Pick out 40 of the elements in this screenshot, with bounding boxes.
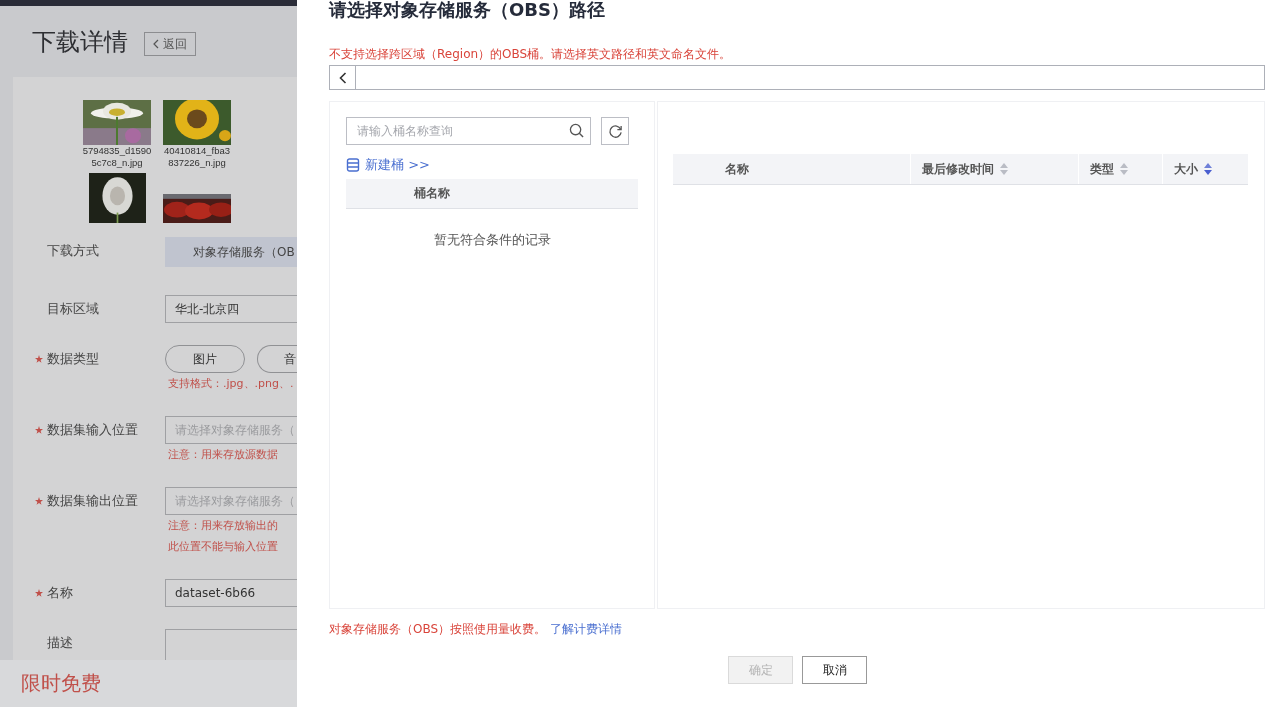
search-icon	[569, 123, 584, 138]
billing-link[interactable]: 了解计费详情	[549, 622, 622, 636]
refresh-icon	[607, 123, 623, 139]
column-header[interactable]: 大小	[1162, 154, 1248, 184]
input-field[interactable]: 华北-北京四	[165, 295, 297, 323]
column-header[interactable]: 最后修改时间	[910, 154, 1078, 184]
bucket-icon	[346, 158, 360, 172]
field-label: 描述	[47, 634, 73, 652]
download-method-tab[interactable]: 对象存储服务（OB	[165, 237, 297, 267]
hint-text: 支持格式：.jpg、.png、.	[168, 376, 295, 392]
field-label: 下载方式	[47, 242, 99, 260]
dialog-title: 请选择对象存储服务（OBS）路径	[329, 0, 606, 21]
chevron-left-icon	[153, 39, 159, 49]
file-name: 40410814_fba3	[163, 145, 230, 157]
new-bucket-link[interactable]: 新建桶 >>	[346, 156, 430, 174]
input-field[interactable]: dataset-6b66	[165, 579, 297, 607]
field-label: 数据集输出位置	[47, 492, 138, 510]
column-header[interactable]: 类型	[1078, 154, 1162, 184]
file-name: 5794835_d1590	[82, 145, 152, 157]
field-label: 名称	[47, 584, 73, 602]
field-label: 目标区域	[47, 300, 99, 318]
cancel-button[interactable]: 取消	[802, 656, 867, 684]
field-label: 数据集输入位置	[47, 421, 138, 439]
hint-text: 注意：用来存放源数据	[168, 447, 279, 463]
promo-text: 限时免费	[21, 670, 101, 697]
refresh-button[interactable]	[601, 117, 629, 145]
file-name: 5c7c8_n.jpg	[91, 157, 143, 169]
back-button[interactable]: 返回	[144, 32, 196, 56]
billing-note: 对象存储服务（OBS）按照使用量收费。 了解计费详情	[329, 621, 623, 637]
column-header[interactable]: 名称	[673, 154, 910, 184]
chevron-left-icon	[338, 71, 347, 84]
empty-message: 暂无符合条件的记录	[433, 231, 551, 249]
column-header: 桶名称	[414, 185, 450, 202]
hint-text: 注意：用来存放输出的	[168, 518, 279, 534]
page-title: 下载详情	[32, 27, 128, 58]
field-label: 数据类型	[47, 350, 99, 368]
hint-text: 此位置不能与输入位置	[168, 539, 279, 555]
warning-text: 不支持选择跨区域（Region）的OBS桶。请选择英文路径和英文命名文件。	[329, 46, 733, 62]
file-name: 837226_n.jpg	[168, 157, 226, 169]
bucket-search-field[interactable]: 请输入桶名称查询	[346, 117, 591, 145]
